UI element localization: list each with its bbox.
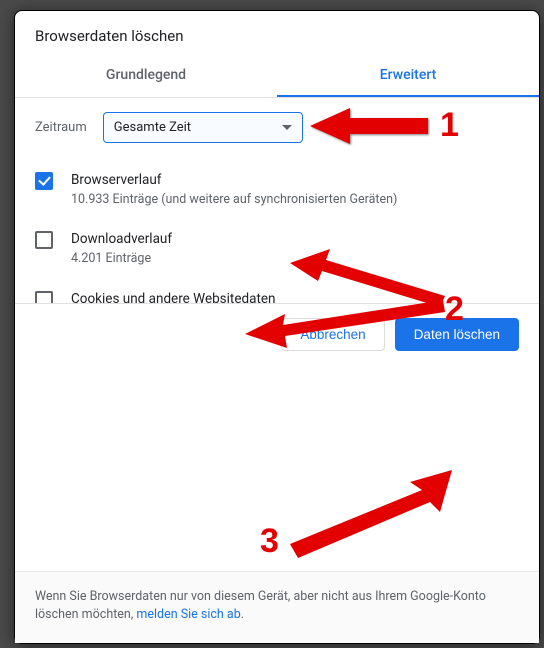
options-list: Browserverlauf 10.933 Einträge (und weit… [15,157,539,303]
option-title: Downloadverlauf [71,230,519,249]
tabs: Grundlegend Erweitert [15,55,539,98]
time-range-label: Zeitraum [35,120,87,135]
dialog-title: Browserdaten löschen [15,11,539,55]
cancel-button[interactable]: Abbrechen [281,318,384,351]
clear-browsing-data-dialog: Browserdaten löschen Grundlegend Erweite… [14,10,540,644]
option-sub: 10.933 Einträge (und weitere auf synchro… [71,191,519,209]
tab-advanced[interactable]: Erweitert [277,55,539,97]
checkbox[interactable] [35,172,53,190]
checkbox[interactable] [35,231,53,249]
dialog-footer-buttons: Abbrechen Daten löschen [15,303,539,365]
option-browsing-history[interactable]: Browserverlauf 10.933 Einträge (und weit… [35,161,519,220]
dialog-body: Zeitraum Gesamte Zeit Browserverlauf 10.… [15,98,539,303]
sign-out-link[interactable]: melden Sie sich ab [136,607,240,622]
clear-data-button[interactable]: Daten löschen [395,318,519,351]
option-cookies[interactable]: Cookies und andere Websitedaten 1.717 We… [35,280,519,303]
option-title: Cookies und andere Websitedaten [71,290,519,303]
option-sub: 4.201 Einträge [71,250,519,268]
checkbox[interactable] [35,291,53,303]
option-title: Browserverlauf [71,171,519,190]
time-range-row: Zeitraum Gesamte Zeit [15,98,539,157]
time-range-select[interactable]: Gesamte Zeit [103,112,303,143]
footer-note: Wenn Sie Browserdaten nur von diesem Ger… [15,571,539,644]
time-range-value: Gesamte Zeit [114,120,191,135]
tab-basic[interactable]: Grundlegend [15,55,277,97]
chevron-down-icon [282,125,292,130]
option-download-history[interactable]: Downloadverlauf 4.201 Einträge [35,220,519,279]
